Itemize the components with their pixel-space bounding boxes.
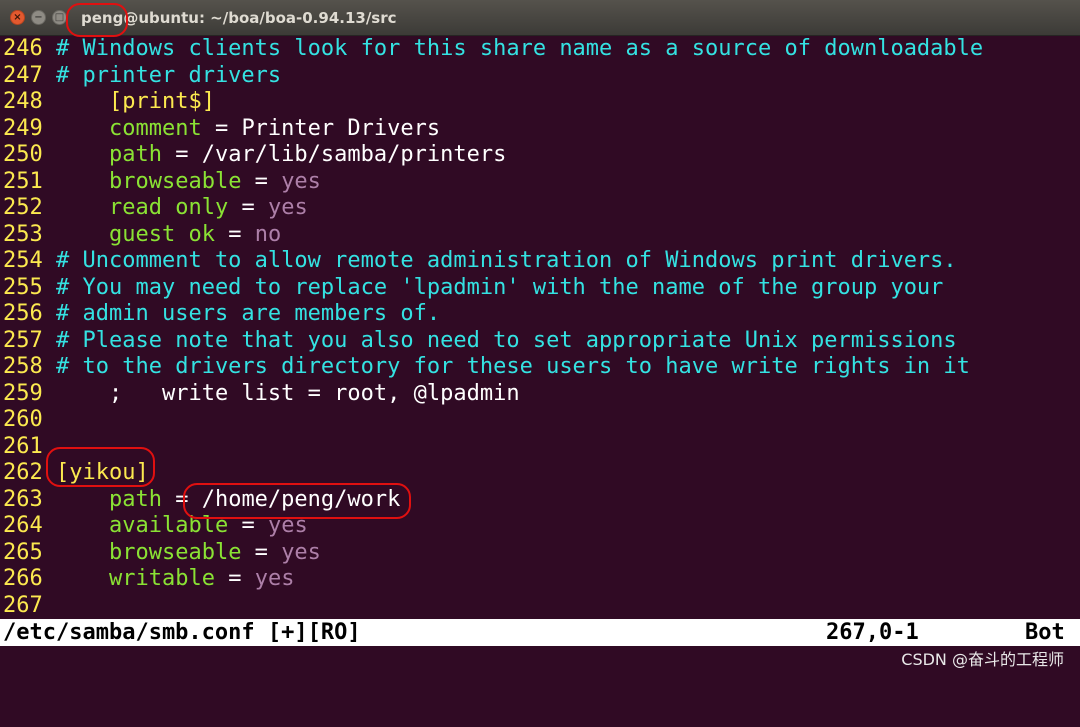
line-number: 255 [3, 274, 43, 300]
code-line: 266 writable = yes [3, 566, 294, 592]
line-number: 266 [3, 566, 43, 591]
line-number: 263 [3, 486, 43, 512]
code-token: [print$] [108, 89, 215, 114]
code-token: # admin users are members of. [56, 301, 441, 326]
code-line: 246 # Windows clients look for this shar… [3, 36, 983, 62]
window-titlebar[interactable]: × − □ peng@ubuntu: ~/boa/boa-0.94.13/src [0, 0, 1080, 36]
code-token: comment [108, 115, 202, 141]
line-number: 261 [3, 433, 43, 459]
line-number: 246 [3, 36, 43, 61]
code-line: 252 read only = yes [3, 195, 308, 221]
code-token: yes [281, 168, 321, 194]
code-token: # Windows clients look for this share na… [56, 36, 984, 61]
line-number: 259 [3, 380, 43, 406]
line-number: 249 [3, 115, 43, 141]
line-number: 254 [3, 248, 43, 273]
code-line: 247 # printer drivers [3, 63, 281, 89]
code-token: yes [281, 539, 321, 565]
status-cursor-position: 267,0-1 [826, 620, 919, 645]
code-token: browseable [108, 168, 242, 194]
code-token: = Printer Drivers [201, 115, 441, 141]
close-icon[interactable]: × [10, 10, 25, 25]
line-number: 260 [3, 407, 43, 432]
code-token: # printer drivers [56, 62, 282, 88]
line-number: 264 [3, 513, 43, 538]
highlight-user [66, 3, 128, 37]
line-number: 262 [3, 460, 43, 485]
code-token: guest ok [108, 221, 215, 247]
terminal-editor[interactable]: 246 # Windows clients look for this shar… [0, 36, 1080, 618]
status-file: /etc/samba/smb.conf [+][RO] [3, 620, 361, 645]
code-token: yes [254, 566, 295, 591]
code-token: writable [108, 566, 215, 591]
line-number: 265 [3, 539, 43, 565]
code-token: = [241, 168, 282, 194]
code-token: path [108, 142, 162, 167]
code-token: = /var/lib/samba/printers [161, 142, 507, 167]
maximize-icon[interactable]: □ [52, 10, 67, 25]
window-title: peng@ubuntu: ~/boa/boa-0.94.13/src [81, 9, 397, 27]
minimize-icon[interactable]: − [31, 10, 46, 25]
highlight-path [183, 483, 411, 519]
code-line: 250 path = /var/lib/samba/printers [3, 142, 506, 168]
code-line: 254 # Uncomment to allow remote administ… [3, 248, 957, 274]
code-token: # to the drivers directory for these use… [56, 354, 970, 379]
highlight-section [46, 447, 155, 487]
code-line: 259 ; write list = root, @lpadmin [3, 381, 520, 407]
vim-status-line: /etc/samba/smb.conf [+][RO] 267,0-1 Bot [0, 619, 1080, 646]
code-line: 255 # You may need to replace 'lpadmin' … [3, 275, 943, 301]
code-line: 258 # to the drivers directory for these… [3, 354, 970, 380]
code-line: 256 # admin users are members of. [3, 301, 440, 327]
code-token: # Uncomment to allow remote administrati… [56, 248, 957, 273]
watermark: CSDN @奋斗的工程师 [901, 650, 1064, 669]
line-number: 247 [3, 62, 43, 88]
code-line: 253 guest ok = no [3, 222, 281, 248]
code-line: 260 [3, 407, 56, 433]
line-number: 258 [3, 354, 43, 379]
code-token: path [108, 486, 162, 512]
code-token: yes [267, 195, 308, 220]
code-token: = [228, 195, 268, 220]
code-line: 265 browseable = yes [3, 540, 321, 566]
code-token: # You may need to replace 'lpadmin' with… [56, 274, 944, 300]
status-scroll: Bot [1025, 620, 1065, 645]
code-token: = [214, 566, 255, 591]
line-number: 248 [3, 89, 43, 114]
line-number: 251 [3, 168, 43, 194]
code-token: no [254, 221, 282, 247]
code-token: browseable [108, 539, 242, 565]
code-line: 248 [print$] [3, 89, 215, 115]
code-token: = [241, 539, 282, 565]
code-line: 267 [3, 593, 56, 619]
code-token: # Please note that you also need to set … [56, 327, 957, 353]
code-line: 257 # Please note that you also need to … [3, 328, 957, 354]
line-number: 252 [3, 195, 43, 220]
line-number: 257 [3, 327, 43, 353]
line-number: 256 [3, 301, 43, 326]
line-number: 250 [3, 142, 43, 167]
code-token: read only [108, 195, 229, 220]
code-token: ; write list = root, @lpadmin [56, 380, 520, 406]
code-token: = [214, 221, 255, 247]
line-number: 253 [3, 221, 43, 247]
code-line: 251 browseable = yes [3, 169, 321, 195]
code-line: 249 comment = Printer Drivers [3, 116, 440, 142]
line-number: 267 [3, 592, 43, 618]
